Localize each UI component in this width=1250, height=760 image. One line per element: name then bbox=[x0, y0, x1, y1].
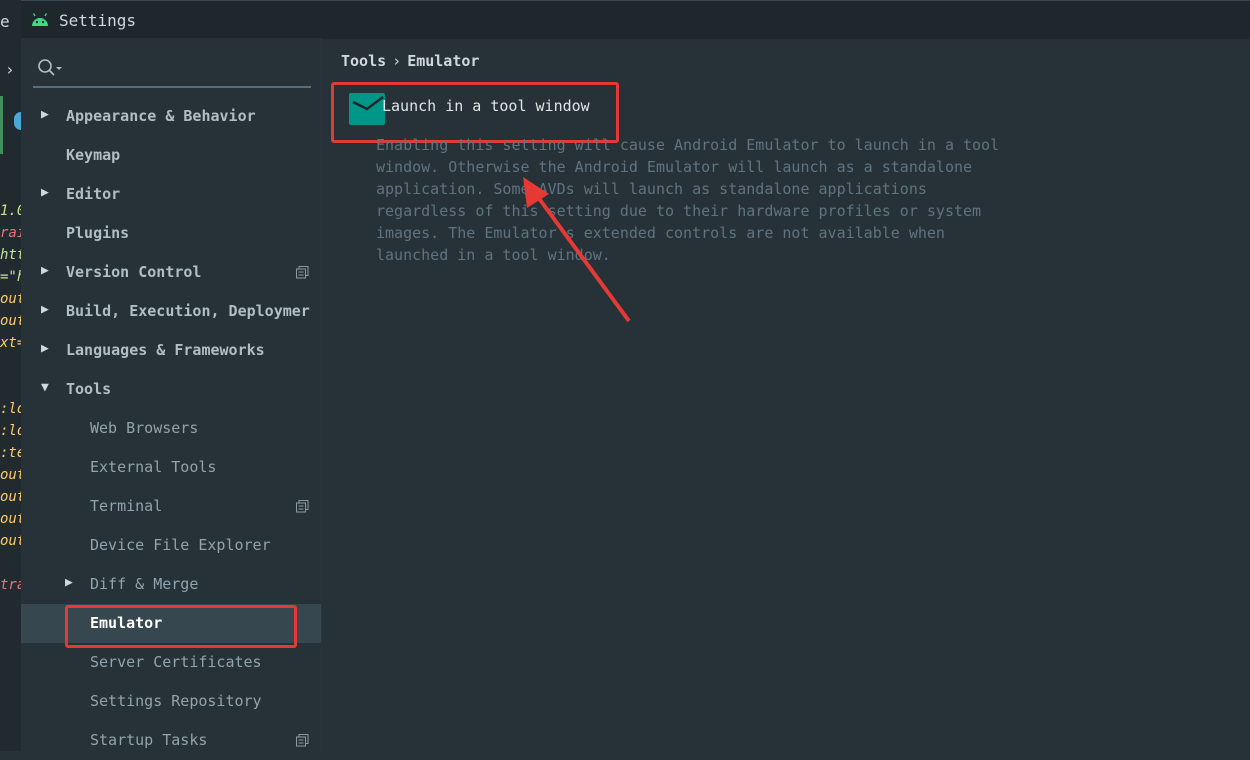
code-line: rai bbox=[0, 225, 21, 241]
tree-item-label: Terminal bbox=[90, 497, 163, 515]
editor-tab-fragment: e bbox=[0, 12, 10, 31]
tree-item-editor[interactable]: ▶ Editor bbox=[21, 175, 321, 214]
code-line: xt= bbox=[0, 335, 21, 351]
tree-item-label: Web Browsers bbox=[90, 419, 199, 437]
android-icon bbox=[31, 12, 49, 31]
settings-dialog: Settings ▶ Appearance & Behavior Keymap … bbox=[21, 0, 1250, 751]
code-line: out bbox=[0, 511, 21, 527]
tree-item-keymap[interactable]: Keymap bbox=[21, 136, 321, 175]
status-dot-icon bbox=[14, 112, 21, 130]
tree-item-terminal[interactable]: Terminal bbox=[21, 487, 321, 526]
project-settings-icon bbox=[296, 265, 309, 283]
annotation-arrow-icon bbox=[523, 177, 631, 323]
tree-item-label: Languages & Frameworks bbox=[66, 341, 265, 359]
project-settings-icon bbox=[296, 499, 309, 517]
tree-item-label: External Tools bbox=[90, 458, 217, 476]
expand-arrow-icon[interactable]: ▶ bbox=[41, 341, 49, 356]
code-line: out bbox=[0, 291, 21, 307]
tree-item-label: Tools bbox=[66, 380, 112, 398]
tree-item-label: Build, Execution, Deploymer bbox=[66, 302, 310, 320]
breadcrumb-separator: › bbox=[392, 52, 402, 70]
code-line: :te bbox=[0, 445, 21, 461]
collapse-arrow-icon[interactable]: ▼ bbox=[41, 380, 49, 395]
window-title: Settings bbox=[59, 11, 137, 30]
tree-item-label: Appearance & Behavior bbox=[66, 107, 256, 125]
project-settings-icon bbox=[296, 733, 309, 751]
expand-arrow-icon[interactable]: ▶ bbox=[41, 302, 49, 317]
code-line: tra bbox=[0, 577, 21, 593]
code-line: out bbox=[0, 533, 21, 549]
title-bar[interactable]: Settings bbox=[21, 0, 1250, 39]
breadcrumb-current: Emulator bbox=[407, 52, 480, 70]
tree-item-label: Version Control bbox=[66, 263, 202, 281]
chevron-right-icon: › bbox=[5, 60, 15, 79]
tree-item-web-browsers[interactable]: Web Browsers bbox=[21, 409, 321, 448]
tree-item-label: Keymap bbox=[66, 146, 121, 164]
settings-content-panel: Tools › Emulator Launch in a tool window E… bbox=[321, 38, 1250, 751]
tree-item-label: Device File Explorer bbox=[90, 536, 271, 554]
expand-arrow-icon[interactable]: ▶ bbox=[41, 263, 49, 278]
search-input[interactable] bbox=[33, 54, 311, 88]
tree-item-label: Diff & Merge bbox=[90, 575, 199, 593]
code-line: 1.0 bbox=[0, 203, 21, 219]
tree-item-label: Editor bbox=[66, 185, 121, 203]
expand-arrow-icon[interactable]: ▶ bbox=[41, 107, 49, 122]
tree-item-external-tools[interactable]: External Tools bbox=[21, 448, 321, 487]
tree-item-label: Plugins bbox=[66, 224, 130, 242]
code-line: :lo bbox=[0, 401, 21, 417]
tree-item-appearance-behavior[interactable]: ▶ Appearance & Behavior bbox=[21, 97, 321, 136]
expand-arrow-icon[interactable]: ▶ bbox=[65, 575, 73, 590]
tree-item-label: Settings Repository bbox=[90, 692, 262, 710]
search-icon[interactable] bbox=[37, 58, 63, 82]
breadcrumb-parent[interactable]: Tools bbox=[341, 52, 386, 70]
tree-item-languages-frameworks[interactable]: ▶ Languages & Frameworks bbox=[21, 331, 321, 370]
tree-item-version-control[interactable]: ▶ Version Control bbox=[21, 253, 321, 292]
tree-item-label: Server Certificates bbox=[90, 653, 262, 671]
tree-item-settings-repository[interactable]: Settings Repository bbox=[21, 682, 321, 721]
expand-arrow-icon[interactable]: ▶ bbox=[41, 185, 49, 200]
breadcrumb: Tools › Emulator bbox=[341, 52, 479, 70]
tree-item-label: Startup Tasks bbox=[90, 731, 208, 749]
code-line: ="h bbox=[0, 269, 21, 285]
tree-item-plugins[interactable]: Plugins bbox=[21, 214, 321, 253]
tree-item-startup-tasks[interactable]: Startup Tasks bbox=[21, 721, 321, 760]
tree-item-diff-merge[interactable]: ▶ Diff & Merge bbox=[21, 565, 321, 604]
setting-description: Enabling this setting will cause Android… bbox=[376, 136, 1000, 264]
settings-sidebar: ▶ Appearance & Behavior Keymap ▶ Editor … bbox=[21, 38, 322, 751]
gutter-marker bbox=[0, 96, 3, 154]
code-line: htt bbox=[0, 247, 21, 263]
background-editor: e › 1.0 rai htt ="h out out xt= :lo :lo … bbox=[0, 0, 21, 751]
code-line: :lo bbox=[0, 423, 21, 439]
tree-item-build-execution-deployment[interactable]: ▶ Build, Execution, Deploymer bbox=[21, 292, 321, 331]
code-line: out bbox=[0, 489, 21, 505]
tree-item-tools[interactable]: ▼ Tools bbox=[21, 370, 321, 409]
annotation-highlight-emulator bbox=[65, 605, 297, 648]
tree-item-server-certificates[interactable]: Server Certificates bbox=[21, 643, 321, 682]
tree-item-device-file-explorer[interactable]: Device File Explorer bbox=[21, 526, 321, 565]
code-line: out bbox=[0, 467, 21, 483]
code-line: out bbox=[0, 313, 21, 329]
